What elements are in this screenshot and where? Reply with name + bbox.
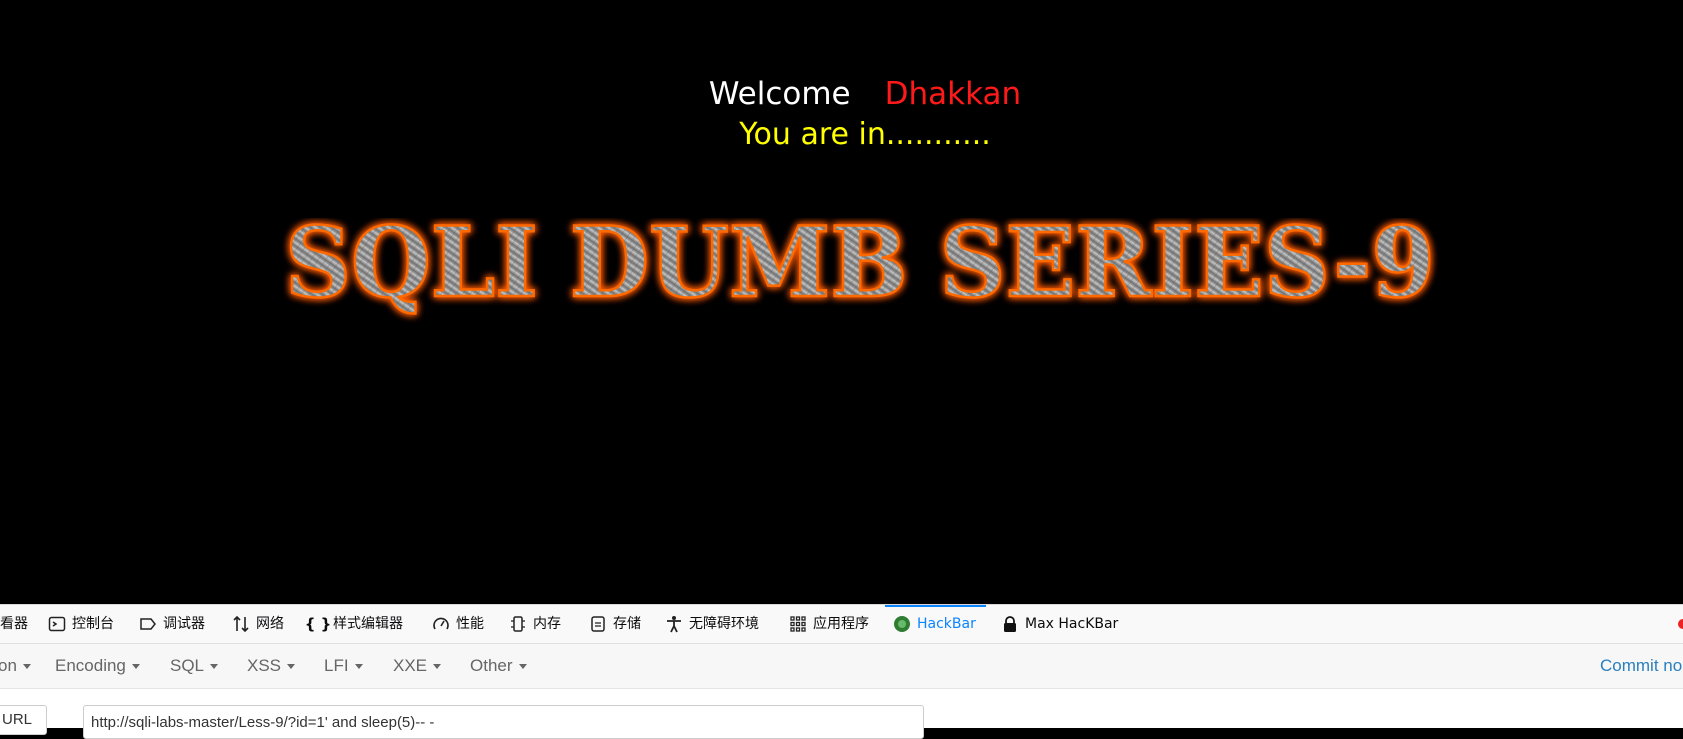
tab-max-hackbar-label: Max HacKBar [1025,616,1119,632]
menu-load[interactable]: on [0,644,31,688]
tab-memory-label: 内存 [533,616,561,632]
tab-console-label: 控制台 [72,616,114,632]
menu-sql-label: SQL [170,656,205,675]
menu-xss-label: XSS [247,656,282,675]
menu-xxe[interactable]: XXE [393,644,442,688]
tab-style-editor[interactable]: { } 样式编辑器 [304,605,403,643]
devtools-panel: 看器 控制台 调试器 网络 { } 样式编辑器 性能 内存 存储 无障碍环境 应… [0,604,1683,739]
menu-load-label: on [0,656,17,675]
commit-link[interactable]: Commit no [1600,644,1682,688]
tab-hackbar[interactable]: HackBar [885,605,986,643]
banner-logo: SQLI DUMB SERIES-9 [284,218,1437,320]
tab-performance-label: 性能 [456,616,484,632]
tab-application-label: 应用程序 [813,616,869,632]
tab-debugger[interactable]: 调试器 [139,605,205,643]
tab-memory[interactable]: 内存 [509,605,561,643]
url-row: URL [0,689,1683,739]
status-message: You are in........... [739,117,991,152]
hackbar-menu-bar: on Encoding SQL XSS LFI XXE Other Commit… [0,644,1683,689]
chevron-down-icon [354,664,363,670]
tab-accessibility-label: 无障碍环境 [689,616,759,632]
chevron-down-icon [518,664,527,670]
tab-performance[interactable]: 性能 [432,605,484,643]
tab-style-editor-label: 样式编辑器 [333,616,403,632]
tab-inspector-label: 看器 [0,616,28,632]
page-content: Welcome Dhakkan You are in........... SQ… [0,0,1683,604]
user-name: Dhakkan [884,76,1022,112]
application-icon [789,615,807,633]
chevron-down-icon [22,664,31,670]
tab-network[interactable]: 网络 [232,605,284,643]
menu-encoding[interactable]: Encoding [55,644,140,688]
url-button[interactable]: URL [0,705,47,735]
tab-console[interactable]: 控制台 [48,605,114,643]
menu-encoding-label: Encoding [55,656,126,675]
menu-xss[interactable]: XSS [247,644,296,688]
memory-icon [509,615,527,633]
menu-other-label: Other [470,656,513,675]
console-icon [48,615,66,633]
menu-lfi[interactable]: LFI [324,644,363,688]
welcome-line: Welcome Dhakkan [0,74,1683,114]
menu-lfi-label: LFI [324,656,349,675]
devtools-toolbar: 看器 控制台 调试器 网络 { } 样式编辑器 性能 内存 存储 无障碍环境 应… [0,605,1683,644]
welcome-label: Welcome [708,76,851,112]
menu-xxe-label: XXE [393,656,428,675]
tab-accessibility[interactable]: 无障碍环境 [665,605,759,643]
tab-max-hackbar[interactable]: Max HacKBar [1001,605,1118,643]
tab-inspector[interactable]: 看器 [0,605,28,643]
accessibility-icon [665,615,683,633]
debugger-icon [139,615,157,633]
tab-storage[interactable]: 存储 [589,605,641,643]
storage-icon [589,615,607,633]
lock-icon [1001,615,1019,633]
tab-storage-label: 存储 [613,616,641,632]
url-input[interactable] [83,705,924,739]
tab-hackbar-label: HackBar [917,616,976,632]
chevron-down-icon [210,664,219,670]
chevron-down-icon [287,664,296,670]
chevron-down-icon [433,664,442,670]
network-icon [232,615,250,633]
style-editor-icon: { } [304,615,332,633]
tab-application[interactable]: 应用程序 [789,605,869,643]
notification-dot [1678,619,1683,629]
menu-sql[interactable]: SQL [170,644,219,688]
performance-icon [432,615,450,633]
tab-network-label: 网络 [256,616,284,632]
banner-text: SQLI DUMB SERIES-9 [285,218,1435,319]
menu-other[interactable]: Other [470,644,527,688]
hackbar-icon [893,615,911,633]
tab-debugger-label: 调试器 [163,616,205,632]
chevron-down-icon [131,664,140,670]
